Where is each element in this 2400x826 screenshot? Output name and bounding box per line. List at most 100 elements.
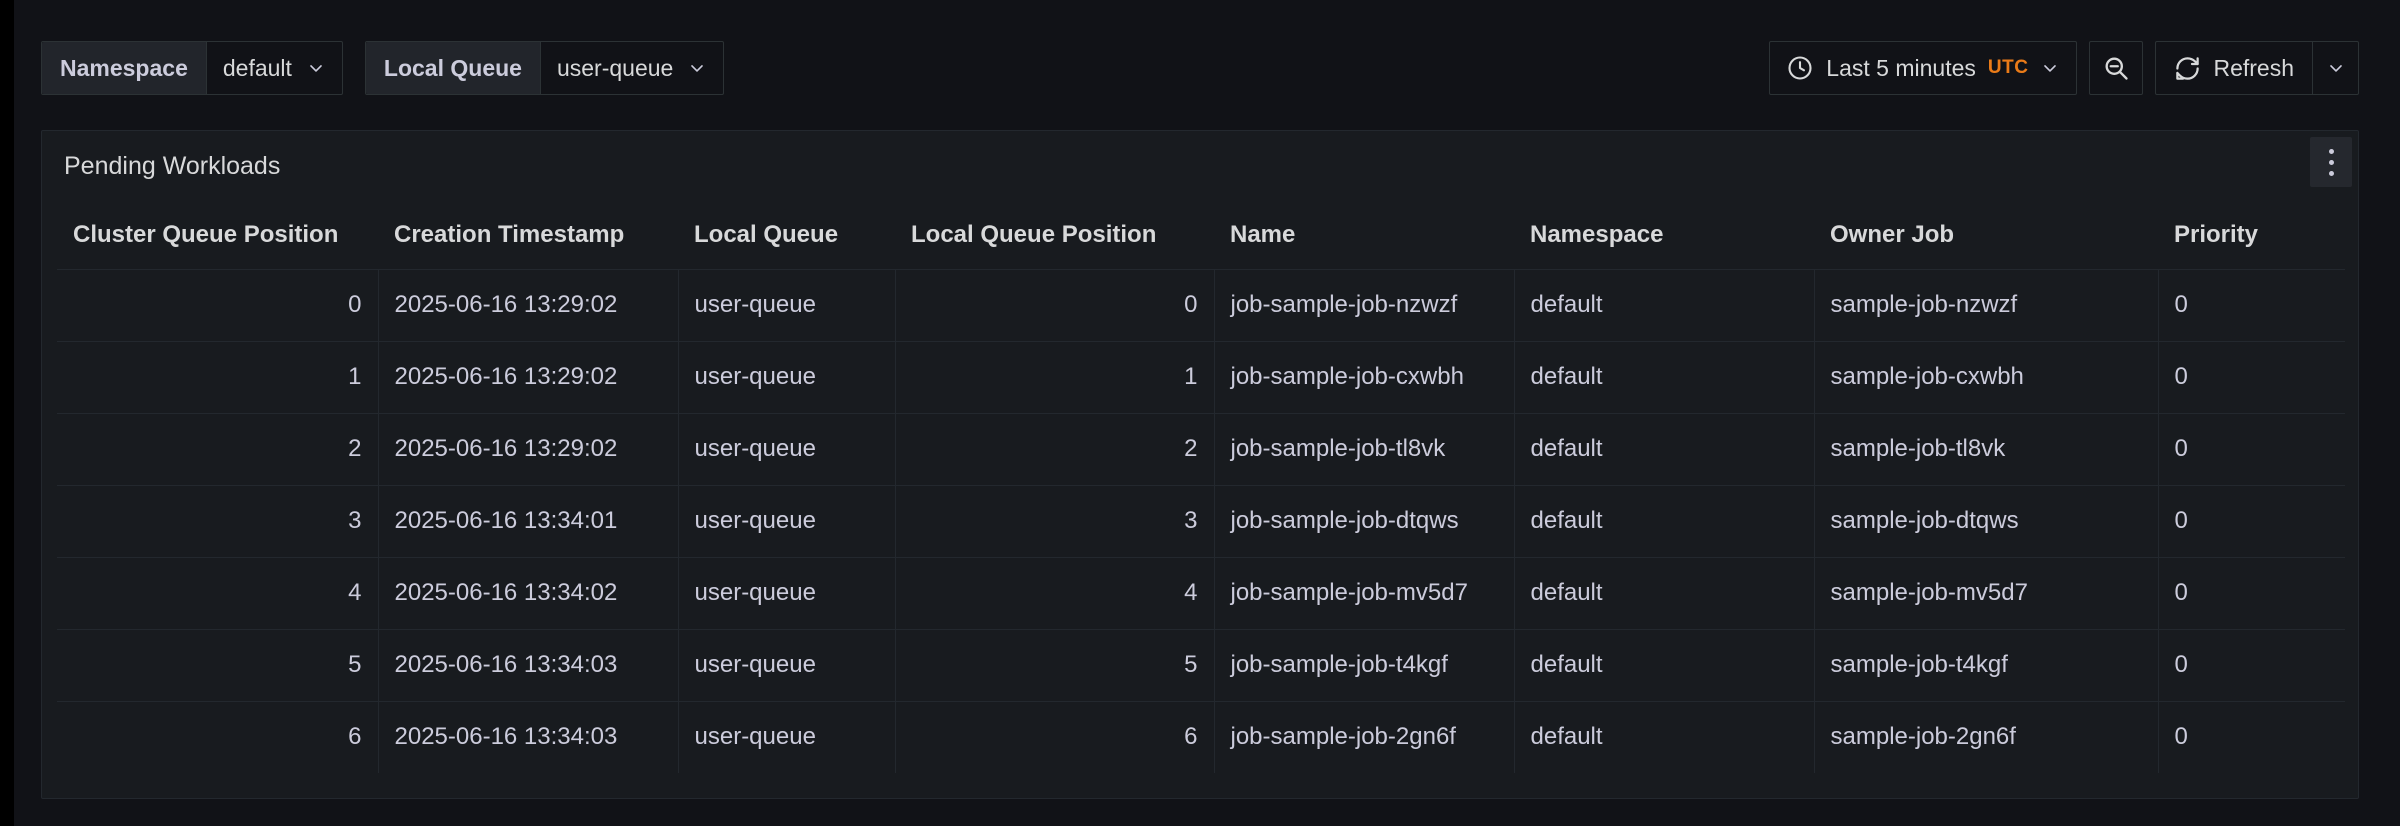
zoom-out-button[interactable]: [2089, 41, 2143, 95]
table-cell: 4: [57, 557, 378, 629]
chevron-down-icon: [2040, 58, 2060, 78]
table-cell: 0: [2158, 485, 2345, 557]
table-cell: 1: [895, 341, 1214, 413]
kebab-menu-icon: [2329, 149, 2334, 176]
dashboard-content: Namespace default Local Queue user-queue: [41, 41, 2359, 799]
table-row: 22025-06-16 13:29:02user-queue2job-sampl…: [57, 413, 2345, 485]
column-header[interactable]: Priority: [2158, 201, 2345, 269]
table-header-row: Cluster Queue PositionCreation Timestamp…: [57, 201, 2345, 269]
table-cell: sample-job-tl8vk: [1814, 413, 2158, 485]
table-cell: default: [1514, 629, 1814, 701]
panel-menu-button[interactable]: [2310, 137, 2352, 187]
table-cell: 2025-06-16 13:34:03: [378, 629, 678, 701]
table-cell: 6: [57, 701, 378, 773]
table-cell: user-queue: [678, 413, 895, 485]
table-cell: 2025-06-16 13:34:01: [378, 485, 678, 557]
table-cell: 0: [2158, 557, 2345, 629]
table-cell: job-sample-job-t4kgf: [1214, 629, 1514, 701]
table-cell: user-queue: [678, 629, 895, 701]
table-cell: job-sample-job-dtqws: [1214, 485, 1514, 557]
data-table: Cluster Queue PositionCreation Timestamp…: [57, 201, 2345, 773]
table-cell: 0: [895, 269, 1214, 341]
grafana-dashboard: Namespace default Local Queue user-queue: [0, 0, 2400, 826]
table-cell: 0: [2158, 413, 2345, 485]
variable-local-queue: Local Queue user-queue: [365, 41, 724, 95]
table-cell: user-queue: [678, 701, 895, 773]
table-cell: 2025-06-16 13:29:02: [378, 413, 678, 485]
table-cell: default: [1514, 413, 1814, 485]
table-cell: job-sample-job-tl8vk: [1214, 413, 1514, 485]
refresh-label: Refresh: [2213, 55, 2294, 82]
refresh-button[interactable]: Refresh: [2156, 42, 2312, 94]
table-row: 12025-06-16 13:29:02user-queue1job-sampl…: [57, 341, 2345, 413]
sidebar-edge: [0, 0, 14, 826]
table-cell: 0: [2158, 341, 2345, 413]
pending-workloads-panel: Pending Workloads Cluster Queue Position…: [41, 130, 2359, 799]
table-cell: 0: [2158, 629, 2345, 701]
table-cell: default: [1514, 485, 1814, 557]
column-header[interactable]: Cluster Queue Position: [57, 201, 378, 269]
table-cell: sample-job-2gn6f: [1814, 701, 2158, 773]
table-row: 52025-06-16 13:34:03user-queue5job-sampl…: [57, 629, 2345, 701]
variable-namespace: Namespace default: [41, 41, 343, 95]
table-cell: 2025-06-16 13:34:02: [378, 557, 678, 629]
panel-title[interactable]: Pending Workloads: [64, 152, 280, 181]
timezone-label: UTC: [1988, 57, 2029, 79]
table-cell: 2: [895, 413, 1214, 485]
table-cell: 3: [57, 485, 378, 557]
dashboard-toolbar: Namespace default Local Queue user-queue: [41, 41, 2359, 95]
table-cell: 1: [57, 341, 378, 413]
table-cell: default: [1514, 341, 1814, 413]
table-cell: sample-job-mv5d7: [1814, 557, 2158, 629]
table-cell: 2: [57, 413, 378, 485]
column-header[interactable]: Name: [1214, 201, 1514, 269]
table-cell: 2025-06-16 13:34:03: [378, 701, 678, 773]
column-header[interactable]: Creation Timestamp: [378, 201, 678, 269]
table-cell: 4: [895, 557, 1214, 629]
variable-namespace-label: Namespace: [42, 42, 207, 94]
table-cell: 0: [57, 269, 378, 341]
table-cell: job-sample-job-2gn6f: [1214, 701, 1514, 773]
chevron-down-icon: [687, 58, 707, 78]
chevron-down-icon: [306, 58, 326, 78]
table-cell: 2025-06-16 13:29:02: [378, 269, 678, 341]
clock-icon: [1786, 54, 1814, 82]
table-row: 62025-06-16 13:34:03user-queue6job-sampl…: [57, 701, 2345, 773]
table-row: 02025-06-16 13:29:02user-queue0job-sampl…: [57, 269, 2345, 341]
table-body: 02025-06-16 13:29:02user-queue0job-sampl…: [57, 269, 2345, 773]
column-header[interactable]: Local Queue: [678, 201, 895, 269]
variable-local-queue-select[interactable]: user-queue: [541, 42, 723, 94]
table-cell: job-sample-job-mv5d7: [1214, 557, 1514, 629]
pending-workloads-table: Cluster Queue PositionCreation Timestamp…: [57, 201, 2343, 773]
refresh-icon: [2174, 55, 2201, 82]
column-header[interactable]: Owner Job: [1814, 201, 2158, 269]
table-cell: user-queue: [678, 269, 895, 341]
variable-namespace-value: default: [223, 55, 292, 82]
column-header[interactable]: Namespace: [1514, 201, 1814, 269]
table-cell: user-queue: [678, 485, 895, 557]
table-cell: 6: [895, 701, 1214, 773]
chevron-down-icon: [2326, 58, 2346, 78]
table-cell: 0: [2158, 269, 2345, 341]
table-row: 32025-06-16 13:34:01user-queue3job-sampl…: [57, 485, 2345, 557]
toolbar-right-group: Last 5 minutes UTC: [1769, 41, 2359, 95]
table-cell: 0: [2158, 701, 2345, 773]
refresh-interval-dropdown[interactable]: [2312, 42, 2358, 94]
table-cell: sample-job-nzwzf: [1814, 269, 2158, 341]
column-header[interactable]: Local Queue Position: [895, 201, 1214, 269]
table-cell: default: [1514, 269, 1814, 341]
variable-local-queue-label: Local Queue: [366, 42, 541, 94]
table-cell: 5: [895, 629, 1214, 701]
table-cell: default: [1514, 557, 1814, 629]
table-cell: sample-job-cxwbh: [1814, 341, 2158, 413]
table-cell: sample-job-t4kgf: [1814, 629, 2158, 701]
time-picker-button[interactable]: Last 5 minutes UTC: [1769, 41, 2077, 95]
table-cell: job-sample-job-cxwbh: [1214, 341, 1514, 413]
variable-namespace-select[interactable]: default: [207, 42, 342, 94]
table-cell: 3: [895, 485, 1214, 557]
zoom-out-icon: [2102, 54, 2130, 82]
table-cell: 2025-06-16 13:29:02: [378, 341, 678, 413]
variable-local-queue-value: user-queue: [557, 55, 673, 82]
table-cell: 5: [57, 629, 378, 701]
table-cell: user-queue: [678, 557, 895, 629]
